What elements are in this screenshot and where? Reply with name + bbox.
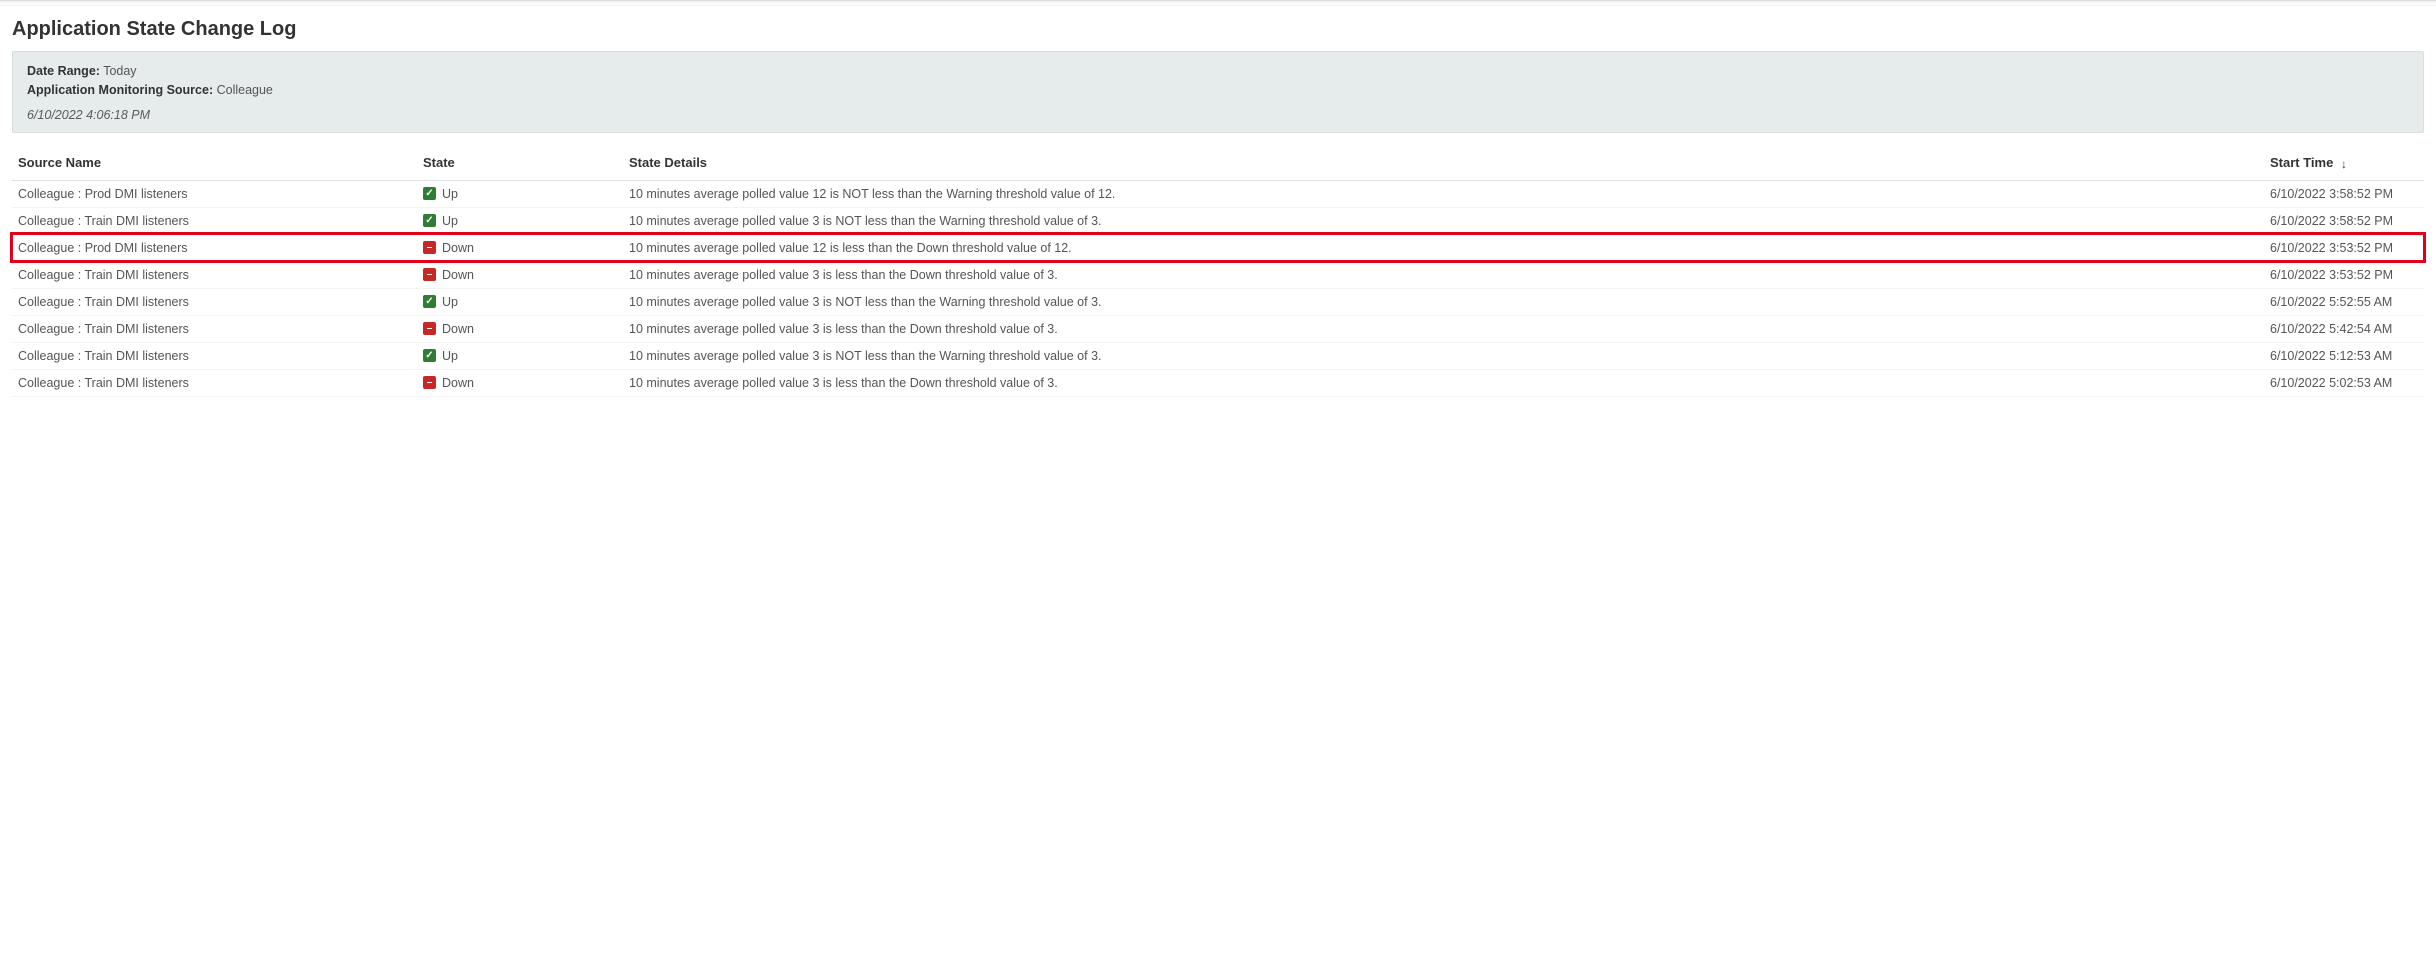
state-down-icon: – <box>423 322 436 335</box>
cell-state-details: 10 minutes average polled value 3 is NOT… <box>623 342 2264 369</box>
cell-start-time: 6/10/2022 3:53:52 PM <box>2264 261 2424 288</box>
state-up-icon: ✓ <box>423 295 436 308</box>
cell-state-details: 10 minutes average polled value 12 is NO… <box>623 180 2264 207</box>
state-label: Up <box>442 214 458 228</box>
filter-info-bar: Date Range: Today Application Monitoring… <box>12 51 2424 133</box>
table-header-row: Source Name State State Details Start Ti… <box>12 147 2424 181</box>
cell-state: –Down <box>417 234 623 261</box>
cell-source-name: Colleague : Prod DMI listeners <box>12 180 417 207</box>
cell-state-details: 10 minutes average polled value 3 is les… <box>623 315 2264 342</box>
sort-descending-icon: ↓ <box>2341 157 2347 171</box>
cell-source-name: Colleague : Train DMI listeners <box>12 315 417 342</box>
cell-source-name: Colleague : Train DMI listeners <box>12 288 417 315</box>
cell-state-details: 10 minutes average polled value 3 is NOT… <box>623 207 2264 234</box>
table-row[interactable]: Colleague : Train DMI listeners–Down10 m… <box>12 261 2424 288</box>
state-label: Down <box>442 241 474 255</box>
cell-source-name: Colleague : Prod DMI listeners <box>12 234 417 261</box>
table-row[interactable]: Colleague : Train DMI listeners ✓ Up 10 min… <box>12 342 2424 369</box>
filter-source-label: Application Monitoring Source: <box>27 83 213 97</box>
cell-start-time: 6/10/2022 5:52:55 AM <box>2264 288 2424 315</box>
cell-source-name: Colleague : Train DMI listeners <box>12 369 417 396</box>
table-row[interactable]: Colleague : Train DMI listeners ✓ Up 10 min… <box>12 207 2424 234</box>
table-row[interactable]: Colleague : Prod DMI listeners ✓ Up 10 minu… <box>12 180 2424 207</box>
state-label: Down <box>442 322 474 336</box>
cell-state: –Down <box>417 369 623 396</box>
table-row[interactable]: Colleague : Train DMI listeners ✓ Up 10 min… <box>12 288 2424 315</box>
filter-date-range-value: Today <box>103 64 136 78</box>
cell-state: –Down <box>417 261 623 288</box>
cell-start-time: 6/10/2022 5:02:53 AM <box>2264 369 2424 396</box>
col-header-state[interactable]: State <box>417 147 623 181</box>
col-header-details[interactable]: State Details <box>623 147 2264 181</box>
page: Application State Change Log Date Range:… <box>0 6 2436 409</box>
cell-source-name: Colleague : Train DMI listeners <box>12 342 417 369</box>
filter-date-range: Date Range: Today <box>27 62 2409 81</box>
state-label: Up <box>442 295 458 309</box>
state-change-table: Source Name State State Details Start Ti… <box>12 147 2424 397</box>
state-up-icon: ✓ <box>423 214 436 227</box>
state-label: Down <box>442 268 474 282</box>
state-down-icon: – <box>423 268 436 281</box>
state-label: Up <box>442 349 458 363</box>
cell-state-details: 10 minutes average polled value 12 is le… <box>623 234 2264 261</box>
cell-start-time: 6/10/2022 3:53:52 PM <box>2264 234 2424 261</box>
state-down-icon: – <box>423 241 436 254</box>
state-down-icon: – <box>423 376 436 389</box>
filter-date-range-label: Date Range: <box>27 64 100 78</box>
col-header-source[interactable]: Source Name <box>12 147 417 181</box>
cell-start-time: 6/10/2022 3:58:52 PM <box>2264 207 2424 234</box>
cell-state: –Down <box>417 315 623 342</box>
table-row[interactable]: Colleague : Train DMI listeners–Down10 m… <box>12 315 2424 342</box>
page-title: Application State Change Log <box>12 18 2424 41</box>
cell-state-details: 10 minutes average polled value 3 is les… <box>623 261 2264 288</box>
state-up-icon: ✓ <box>423 187 436 200</box>
cell-state: ✓ Up <box>417 180 623 207</box>
state-up-icon: ✓ <box>423 349 436 362</box>
table-row[interactable]: Colleague : Train DMI listeners–Down10 m… <box>12 369 2424 396</box>
col-header-start-time[interactable]: Start Time ↓ <box>2264 147 2424 181</box>
cell-state: ✓ Up <box>417 207 623 234</box>
cell-source-name: Colleague : Train DMI listeners <box>12 207 417 234</box>
cell-start-time: 6/10/2022 3:58:52 PM <box>2264 180 2424 207</box>
cell-source-name: Colleague : Train DMI listeners <box>12 261 417 288</box>
col-header-start-time-label: Start Time <box>2270 155 2333 170</box>
cell-state: ✓ Up <box>417 342 623 369</box>
cell-state-details: 10 minutes average polled value 3 is les… <box>623 369 2264 396</box>
filter-source-value: Colleague <box>217 83 273 97</box>
cell-state-details: 10 minutes average polled value 3 is NOT… <box>623 288 2264 315</box>
cell-state: ✓ Up <box>417 288 623 315</box>
filter-source: Application Monitoring Source: Colleague <box>27 81 2409 100</box>
table-row[interactable]: Colleague : Prod DMI listeners–Down10 mi… <box>12 234 2424 261</box>
state-label: Up <box>442 187 458 201</box>
state-label: Down <box>442 376 474 390</box>
report-timestamp: 6/10/2022 4:06:18 PM <box>27 108 2409 122</box>
cell-start-time: 6/10/2022 5:12:53 AM <box>2264 342 2424 369</box>
cell-start-time: 6/10/2022 5:42:54 AM <box>2264 315 2424 342</box>
